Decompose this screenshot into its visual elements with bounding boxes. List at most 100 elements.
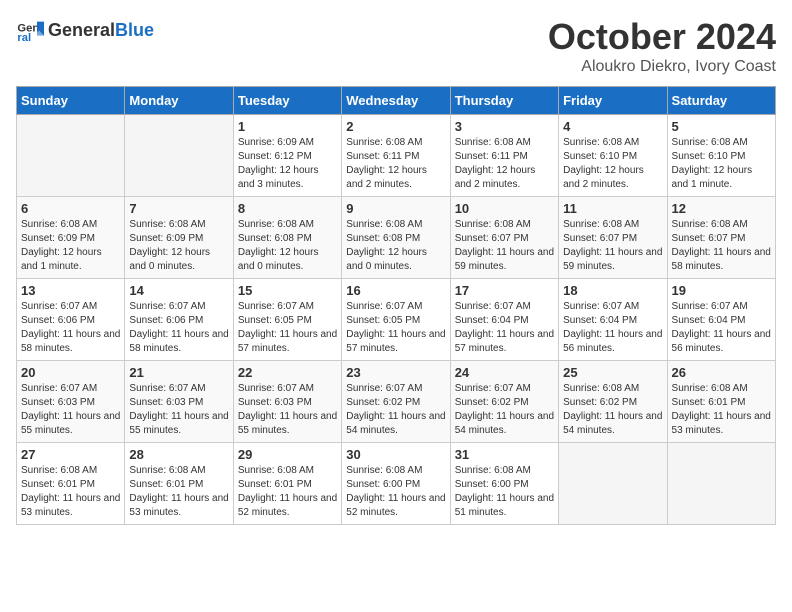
calendar-cell: 3Sunrise: 6:08 AMSunset: 6:11 PMDaylight… — [450, 115, 558, 197]
calendar-cell: 5Sunrise: 6:08 AMSunset: 6:10 PMDaylight… — [667, 115, 775, 197]
day-number: 19 — [672, 283, 771, 298]
day-number: 18 — [563, 283, 662, 298]
calendar-cell: 11 Sunrise: 6:08 AMSunset: 6:07 PMDayligh… — [559, 197, 667, 279]
calendar-cell: 16Sunrise: 6:07 AMSunset: 6:05 PMDayligh… — [342, 279, 450, 361]
day-detail: Sunrise: 6:08 AMSunset: 6:09 PMDaylight:… — [21, 218, 120, 274]
calendar-cell: 24 Sunrise: 6:07 AMSunset: 6:02 PMDayligh… — [450, 361, 558, 443]
day-detail: Sunrise: 6:07 AMSunset: 6:04 PMDaylight:… — [563, 300, 662, 356]
calendar-cell: 25 Sunrise: 6:08 AMSunset: 6:02 PMDayligh… — [559, 361, 667, 443]
day-number: 26 — [672, 365, 771, 380]
day-detail: Sunrise: 6:08 AMSunset: 6:08 PMDaylight:… — [238, 218, 337, 274]
day-number: 12 — [672, 201, 771, 216]
day-detail: Sunrise: 6:08 AMSunset: 6:07 PMDaylight:… — [563, 218, 662, 274]
calendar-cell: 9 Sunrise: 6:08 AMSunset: 6:08 PMDaylight… — [342, 197, 450, 279]
title-area: October 2024 Aloukro Diekro, Ivory Coast — [548, 16, 776, 76]
calendar-week-row: 13 Sunrise: 6:07 AMSunset: 6:06 PMDayligh… — [17, 279, 776, 361]
day-detail: Sunrise: 6:08 AMSunset: 6:07 PMDaylight:… — [455, 218, 554, 274]
day-detail: Sunrise: 6:08 AMSunset: 6:09 PMDaylight:… — [129, 218, 228, 274]
calendar-cell — [559, 443, 667, 525]
calendar-cell: 1 Sunrise: 6:09 AMSunset: 6:12 PMDaylight… — [233, 115, 341, 197]
day-detail: Sunrise: 6:08 AMSunset: 6:10 PMDaylight:… — [563, 136, 662, 192]
day-number: 13 — [21, 283, 120, 298]
logo-icon: Gene ral — [16, 16, 44, 44]
day-number: 25 — [563, 365, 662, 380]
calendar-cell: 26 Sunrise: 6:08 AMSunset: 6:01 PMDayligh… — [667, 361, 775, 443]
day-number: 28 — [129, 447, 228, 462]
day-detail: Sunrise: 6:08 AMSunset: 6:01 PMDaylight:… — [21, 464, 120, 520]
day-detail: Sunrise: 6:08 AMSunset: 6:11 PMDaylight:… — [455, 136, 554, 192]
day-detail: Sunrise: 6:07 AMSunset: 6:03 PMDaylight:… — [21, 382, 120, 438]
day-detail: Sunrise: 6:08 AMSunset: 6:08 PMDaylight:… — [346, 218, 445, 274]
calendar-cell: 7 Sunrise: 6:08 AMSunset: 6:09 PMDaylight… — [125, 197, 233, 279]
day-number: 1 — [238, 119, 337, 134]
day-number: 23 — [346, 365, 445, 380]
calendar-cell: 28 Sunrise: 6:08 AMSunset: 6:01 PMDayligh… — [125, 443, 233, 525]
calendar-cell: 17 Sunrise: 6:07 AMSunset: 6:04 PMDayligh… — [450, 279, 558, 361]
calendar-table: SundayMondayTuesdayWednesdayThursdayFrid… — [16, 86, 776, 525]
calendar-cell: 21 Sunrise: 6:07 AMSunset: 6:03 PMDayligh… — [125, 361, 233, 443]
day-detail: Sunrise: 6:07 AMSunset: 6:02 PMDaylight:… — [455, 382, 554, 438]
day-detail: Sunrise: 6:08 AMSunset: 6:02 PMDaylight:… — [563, 382, 662, 438]
calendar-cell: 12Sunrise: 6:08 AMSunset: 6:07 PMDayligh… — [667, 197, 775, 279]
day-number: 15 — [238, 283, 337, 298]
day-detail: Sunrise: 6:07 AMSunset: 6:04 PMDaylight:… — [455, 300, 554, 356]
day-number: 21 — [129, 365, 228, 380]
logo-text-general: General — [48, 20, 115, 41]
day-number: 8 — [238, 201, 337, 216]
day-number: 9 — [346, 201, 445, 216]
calendar-cell: 19 Sunrise: 6:07 AMSunset: 6:04 PMDayligh… — [667, 279, 775, 361]
day-number: 17 — [455, 283, 554, 298]
calendar-cell: 6 Sunrise: 6:08 AMSunset: 6:09 PMDaylight… — [17, 197, 125, 279]
day-number: 24 — [455, 365, 554, 380]
calendar-week-row: 20Sunrise: 6:07 AMSunset: 6:03 PMDayligh… — [17, 361, 776, 443]
calendar-cell — [17, 115, 125, 197]
location-title: Aloukro Diekro, Ivory Coast — [548, 58, 776, 76]
day-detail: Sunrise: 6:07 AMSunset: 6:05 PMDaylight:… — [238, 300, 337, 356]
day-number: 2 — [346, 119, 445, 134]
weekday-header-tuesday: Tuesday — [233, 87, 341, 115]
calendar-cell: 4Sunrise: 6:08 AMSunset: 6:10 PMDaylight… — [559, 115, 667, 197]
calendar-cell — [125, 115, 233, 197]
day-number: 6 — [21, 201, 120, 216]
calendar-cell: 15 Sunrise: 6:07 AMSunset: 6:05 PMDayligh… — [233, 279, 341, 361]
day-detail: Sunrise: 6:07 AMSunset: 6:06 PMDaylight:… — [129, 300, 228, 356]
calendar-cell: 13 Sunrise: 6:07 AMSunset: 6:06 PMDayligh… — [17, 279, 125, 361]
calendar-week-row: 6 Sunrise: 6:08 AMSunset: 6:09 PMDaylight… — [17, 197, 776, 279]
day-detail: Sunrise: 6:07 AMSunset: 6:03 PMDaylight:… — [129, 382, 228, 438]
day-number: 11 — [563, 201, 662, 216]
page-header: Gene ral GeneralBlue October 2024 Aloukr… — [16, 16, 776, 76]
day-detail: Sunrise: 6:08 AMSunset: 6:11 PMDaylight:… — [346, 136, 445, 192]
calendar-cell: 18 Sunrise: 6:07 AMSunset: 6:04 PMDayligh… — [559, 279, 667, 361]
calendar-cell: 2 Sunrise: 6:08 AMSunset: 6:11 PMDaylight… — [342, 115, 450, 197]
day-detail: Sunrise: 6:08 AMSunset: 6:00 PMDaylight:… — [455, 464, 554, 520]
day-number: 31 — [455, 447, 554, 462]
calendar-cell: 20Sunrise: 6:07 AMSunset: 6:03 PMDayligh… — [17, 361, 125, 443]
weekday-header-friday: Friday — [559, 87, 667, 115]
day-detail: Sunrise: 6:08 AMSunset: 6:10 PMDaylight:… — [672, 136, 771, 192]
calendar-cell — [667, 443, 775, 525]
day-number: 27 — [21, 447, 120, 462]
weekday-header-monday: Monday — [125, 87, 233, 115]
weekday-header-saturday: Saturday — [667, 87, 775, 115]
calendar-cell: 29Sunrise: 6:08 AMSunset: 6:01 PMDayligh… — [233, 443, 341, 525]
calendar-cell: 14 Sunrise: 6:07 AMSunset: 6:06 PMDayligh… — [125, 279, 233, 361]
day-detail: Sunrise: 6:09 AMSunset: 6:12 PMDaylight:… — [238, 136, 337, 192]
calendar-cell: 27 Sunrise: 6:08 AMSunset: 6:01 PMDayligh… — [17, 443, 125, 525]
calendar-cell: 22Sunrise: 6:07 AMSunset: 6:03 PMDayligh… — [233, 361, 341, 443]
weekday-header-sunday: Sunday — [17, 87, 125, 115]
day-detail: Sunrise: 6:08 AMSunset: 6:01 PMDaylight:… — [129, 464, 228, 520]
day-detail: Sunrise: 6:07 AMSunset: 6:06 PMDaylight:… — [21, 300, 120, 356]
calendar-cell: 10Sunrise: 6:08 AMSunset: 6:07 PMDayligh… — [450, 197, 558, 279]
calendar-week-row: 1 Sunrise: 6:09 AMSunset: 6:12 PMDaylight… — [17, 115, 776, 197]
day-number: 14 — [129, 283, 228, 298]
calendar-cell: 8 Sunrise: 6:08 AMSunset: 6:08 PMDaylight… — [233, 197, 341, 279]
calendar-cell: 23 Sunrise: 6:07 AMSunset: 6:02 PMDayligh… — [342, 361, 450, 443]
day-detail: Sunrise: 6:07 AMSunset: 6:02 PMDaylight:… — [346, 382, 445, 438]
day-number: 30 — [346, 447, 445, 462]
day-detail: Sunrise: 6:08 AMSunset: 6:01 PMDaylight:… — [672, 382, 771, 438]
day-number: 16 — [346, 283, 445, 298]
day-detail: Sunrise: 6:07 AMSunset: 6:04 PMDaylight:… — [672, 300, 771, 356]
day-detail: Sunrise: 6:08 AMSunset: 6:00 PMDaylight:… — [346, 464, 445, 520]
weekday-header-wednesday: Wednesday — [342, 87, 450, 115]
day-number: 7 — [129, 201, 228, 216]
